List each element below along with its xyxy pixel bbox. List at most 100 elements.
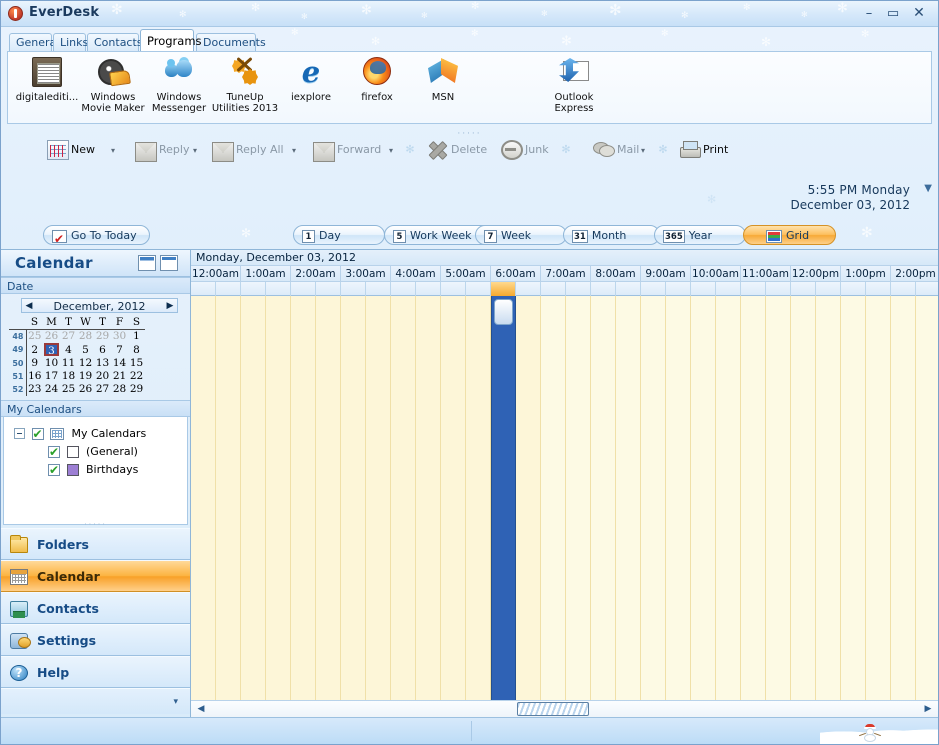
time-column[interactable] [741, 296, 766, 700]
time-column[interactable] [666, 296, 691, 700]
calendar-day[interactable]: 4 [60, 343, 77, 357]
time-column[interactable] [241, 296, 266, 700]
halfhour-header-cell[interactable] [316, 282, 341, 296]
calendar-day[interactable]: 16 [26, 370, 43, 383]
calendar-day[interactable]: 11 [60, 357, 77, 370]
calendar-day[interactable]: 30 [111, 330, 128, 343]
new-button[interactable]: New [47, 135, 95, 165]
calendar-day[interactable]: 28 [77, 330, 94, 343]
time-column[interactable] [466, 296, 491, 700]
time-column[interactable] [316, 296, 341, 700]
halfhour-header-cell[interactable] [916, 282, 938, 296]
sidebar-item-folders[interactable]: Folders [1, 528, 190, 560]
halfhour-header-cell[interactable] [641, 282, 666, 296]
halfhour-header-cell[interactable] [541, 282, 566, 296]
halfhour-header-cell[interactable] [341, 282, 366, 296]
calendar-day[interactable]: 27 [94, 383, 111, 396]
program-firefox[interactable]: firefox [340, 56, 414, 103]
program-msn[interactable]: MSN [406, 56, 480, 103]
forward-dropdown-caret[interactable]: ▾ [389, 147, 396, 155]
halfhour-header-cell[interactable] [441, 282, 466, 296]
time-column[interactable] [641, 296, 666, 700]
calendar-day[interactable]: 18 [60, 370, 77, 383]
time-column[interactable] [591, 296, 616, 700]
time-column[interactable] [566, 296, 591, 700]
calendar-day[interactable]: 28 [111, 383, 128, 396]
sidebar-item-help[interactable]: ? Help [1, 656, 190, 688]
halfhour-header-cell[interactable] [616, 282, 641, 296]
time-column[interactable] [541, 296, 566, 700]
calendar-day[interactable]: 2 [26, 343, 43, 357]
calendar-day[interactable]: 22 [128, 370, 145, 383]
calendar-day[interactable]: 5 [77, 343, 94, 357]
grid-body[interactable] [191, 296, 938, 700]
calendar-day[interactable]: 12 [77, 357, 94, 370]
minimize-button[interactable]: – [858, 5, 880, 22]
checkbox-checked-icon[interactable] [31, 425, 44, 443]
forward-button[interactable]: Forward [313, 135, 381, 165]
time-column[interactable] [791, 296, 816, 700]
sidebar-item-contacts[interactable]: Contacts [1, 592, 190, 624]
time-column[interactable] [441, 296, 466, 700]
color-swatch[interactable] [66, 463, 79, 476]
calendar-day[interactable]: 14 [111, 357, 128, 370]
halfhour-header-cell[interactable] [841, 282, 866, 296]
calendar-day-today[interactable]: 3 [43, 342, 60, 357]
color-swatch[interactable] [66, 445, 79, 458]
new-dropdown-caret[interactable]: ▾ [111, 147, 118, 155]
checkbox-checked-icon[interactable] [48, 461, 60, 479]
maximize-button[interactable]: ▭ [882, 5, 904, 22]
halfhour-header-cell[interactable] [391, 282, 416, 296]
time-column[interactable] [716, 296, 741, 700]
horizontal-scrollbar[interactable]: ◀ ▶ [191, 700, 938, 717]
selection-handle[interactable] [494, 299, 513, 325]
program-outlook-express[interactable]: Outlook Express [537, 56, 611, 114]
tab-documents[interactable]: Documents [196, 33, 266, 51]
calendar-day[interactable]: 21 [111, 370, 128, 383]
halfhour-header-cell[interactable] [241, 282, 266, 296]
halfhour-header-cell[interactable] [216, 282, 241, 296]
calendar-day[interactable]: 27 [60, 330, 77, 343]
time-column[interactable] [891, 296, 916, 700]
time-column[interactable] [616, 296, 641, 700]
reply-all-button[interactable]: Reply All [212, 135, 284, 165]
program-tuneup-utilities[interactable]: TuneUp Utilities 2013 [208, 56, 282, 114]
calendar-day[interactable]: 24 [43, 383, 60, 396]
calendar-day[interactable]: 25 [26, 330, 43, 343]
calendar-day[interactable]: 25 [60, 383, 77, 396]
halfhour-header-cell[interactable] [666, 282, 691, 296]
halfhour-header-cell[interactable] [716, 282, 741, 296]
calendar-day[interactable]: 1 [128, 330, 145, 343]
calendar-day[interactable]: 8 [128, 343, 145, 357]
halfhour-header-cell[interactable] [366, 282, 391, 296]
program-windows-messenger[interactable]: Windows Messenger [142, 56, 216, 114]
calendar-day[interactable]: 10 [43, 357, 60, 370]
day-view-icon[interactable] [138, 255, 156, 271]
tab-general[interactable]: General [9, 33, 59, 51]
time-column[interactable] [691, 296, 716, 700]
collapse-icon[interactable] [14, 428, 25, 439]
calendar-day[interactable]: 15 [128, 357, 145, 370]
sidebar-item-calendar[interactable]: Calendar [1, 560, 190, 592]
halfhour-header-cell[interactable] [866, 282, 891, 296]
go-to-today-button[interactable]: Go To Today [43, 225, 150, 249]
print-button[interactable]: Print [679, 135, 728, 165]
tree-item-general[interactable]: (General) [48, 443, 138, 461]
halfhour-header-cell[interactable] [691, 282, 716, 296]
halfhour-header-cell[interactable] [816, 282, 841, 296]
calendar-day[interactable]: 29 [128, 383, 145, 396]
delete-button[interactable]: Delete [427, 135, 487, 165]
calendar-day[interactable]: 26 [43, 330, 60, 343]
program-iexplore[interactable]: e iexplore [274, 56, 348, 103]
time-column[interactable] [266, 296, 291, 700]
time-column[interactable] [291, 296, 316, 700]
time-column[interactable] [816, 296, 841, 700]
time-column[interactable] [391, 296, 416, 700]
tab-programs[interactable]: Programs [140, 29, 202, 51]
checkbox-checked-icon[interactable] [48, 443, 60, 461]
halfhour-header-cell[interactable] [191, 282, 216, 296]
calendar-day[interactable]: 6 [94, 343, 111, 357]
halfhour-header-cell[interactable] [416, 282, 441, 296]
calendar-day[interactable]: 7 [111, 343, 128, 357]
view-week-button[interactable]: 7 Week [475, 225, 567, 245]
